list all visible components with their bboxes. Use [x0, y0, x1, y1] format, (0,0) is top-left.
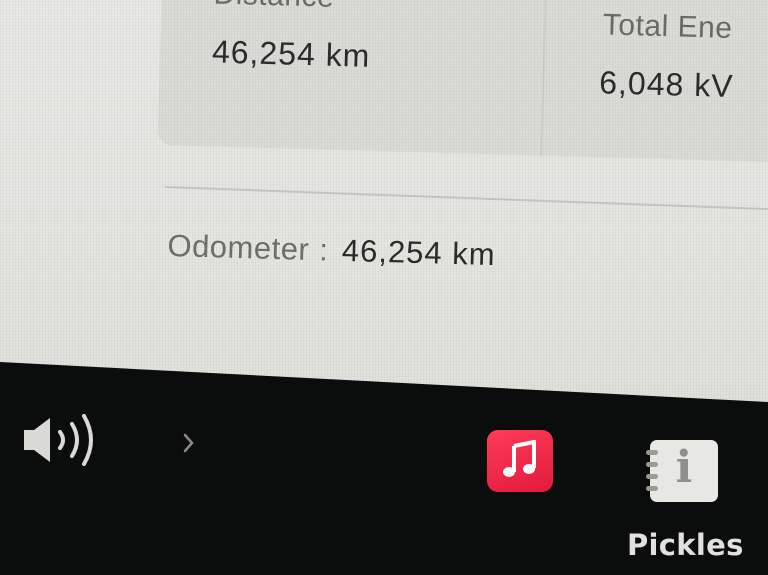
info-notebook-icon: i: [675, 442, 693, 493]
speaker-volume-icon[interactable]: [20, 410, 102, 470]
section-divider: [164, 186, 768, 211]
music-note-icon: [503, 440, 536, 477]
chevron-right-icon[interactable]: [180, 430, 198, 456]
odometer-separator: :: [318, 232, 329, 268]
stats-divider: [540, 0, 547, 156]
music-app-button[interactable]: [487, 430, 553, 492]
distance-value: 46,254 km: [211, 33, 371, 74]
total-energy-label: Total Ene: [602, 8, 733, 45]
distance-label: Distance: [213, 0, 335, 15]
pickles-watermark: Pickles: [627, 528, 744, 562]
owners-manual-app-button[interactable]: i: [646, 440, 718, 502]
odometer-readout: Odometer:46,254 km: [167, 228, 496, 273]
trip-stats-card: Distance 46,254 km Total Ene 6,048 kV: [157, 0, 768, 163]
odometer-label: Odometer: [167, 228, 310, 267]
total-energy-value: 6,048 kV: [598, 64, 735, 104]
odometer-value: 46,254 km: [341, 232, 497, 273]
